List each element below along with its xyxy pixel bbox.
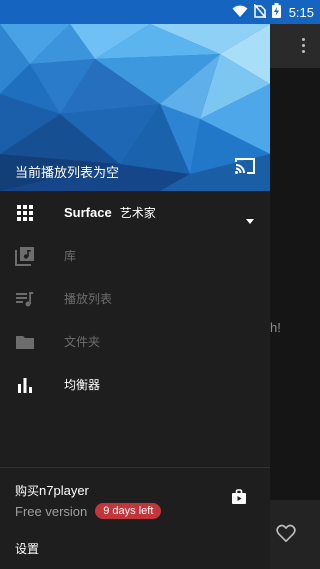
no-sim-icon [253,3,267,22]
chevron-down-icon[interactable] [246,209,254,228]
footer-divider [0,467,270,468]
surface-name: Surface [64,205,112,220]
status-bar: 5:15 [0,0,320,24]
status-icons: 5:15 [232,2,314,22]
settings-item[interactable]: 设置 [15,540,39,557]
wifi-icon [232,3,248,22]
background-app-text: h! [270,320,281,335]
background-app-toolbar [270,24,320,68]
folder-icon [15,332,35,352]
grid-icon [15,203,35,223]
buy-prefix: 购买 [15,484,40,498]
background-app-bottom-bar [270,500,320,569]
library-icon [15,246,35,266]
menu-item-folder[interactable]: 文件夹 [0,320,270,363]
shopping-bag-icon[interactable] [232,489,246,508]
version-row: Free version 9 days left [15,503,162,519]
playlist-label: 播放列表 [64,292,113,306]
drawer-header: 当前播放列表为空 [0,24,270,191]
favorite-heart-icon[interactable] [276,524,296,546]
drawer-menu: Surface 艺术家 库 播放列表 文件夹 均衡器 [0,191,270,406]
equalizer-icon [15,375,35,395]
battery-charging-icon [271,2,281,22]
playlist-icon [15,289,35,309]
menu-item-playlist[interactable]: 播放列表 [0,277,270,320]
navigation-drawer: 当前播放列表为空 Surface 艺术家 库 播放列表 文件夹 均衡器 购买n7… [0,24,270,569]
cast-icon[interactable] [234,157,256,179]
menu-item-equalizer[interactable]: 均衡器 [0,363,270,406]
equalizer-label: 均衡器 [64,378,101,392]
surface-label: Surface 艺术家 [64,204,156,221]
buy-app-name: n7player [39,483,89,498]
now-playing-empty-text: 当前播放列表为空 [15,166,120,181]
trial-days-badge: 9 days left [95,503,162,519]
version-label: Free version [15,503,88,519]
menu-item-library[interactable]: 库 [0,234,270,277]
background-app: h! [270,24,320,569]
more-options-icon[interactable] [302,38,306,56]
library-label: 库 [64,249,77,263]
surface-sub-label: 艺术家 [119,206,156,220]
buy-pro-entry[interactable]: 购买n7player Free version 9 days left [15,482,162,519]
status-time: 5:15 [288,4,314,20]
buy-title: 购买n7player [15,482,161,499]
menu-item-surface[interactable]: Surface 艺术家 [0,191,270,234]
folder-label: 文件夹 [64,335,101,349]
